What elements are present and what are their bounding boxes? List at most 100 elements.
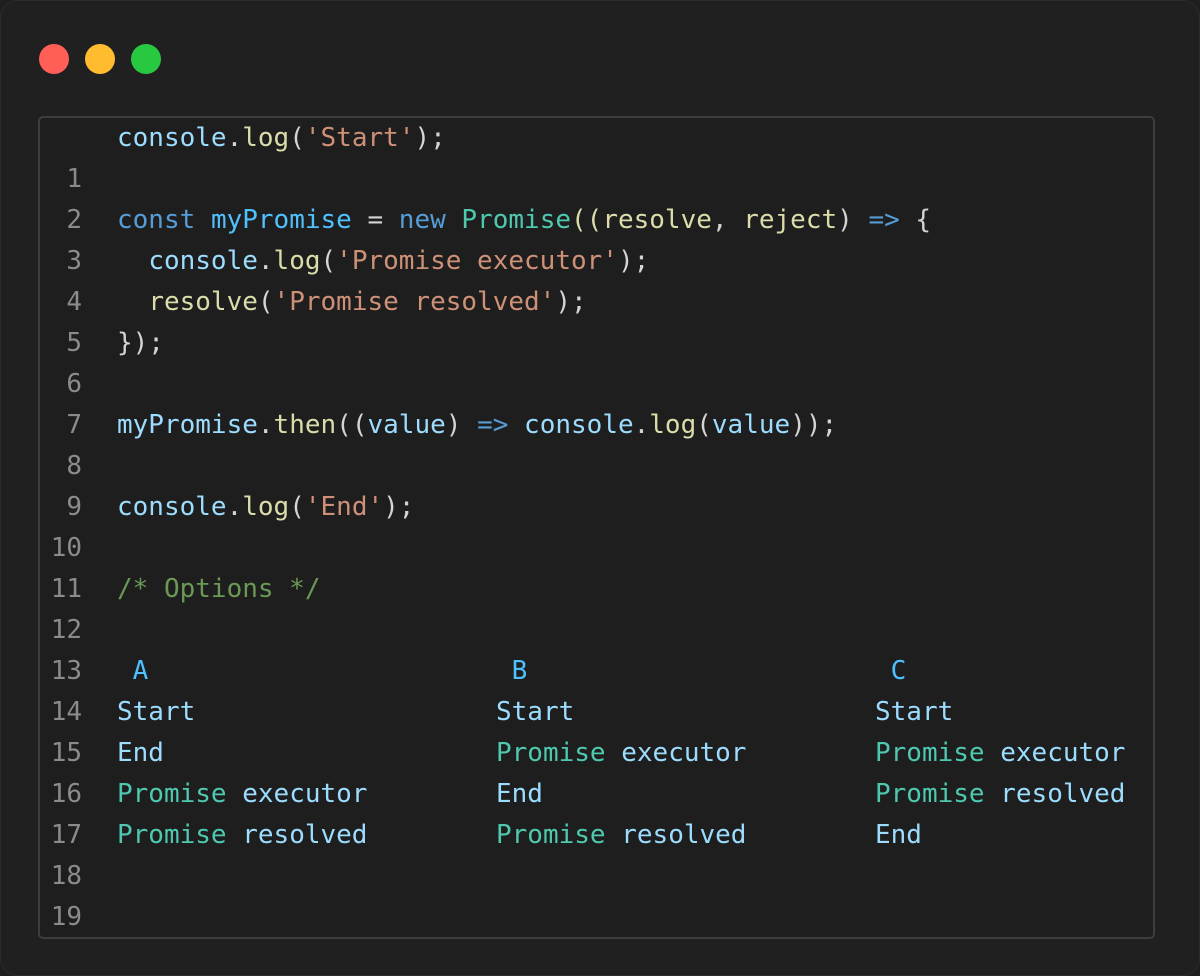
token-class: Promise — [461, 205, 571, 235]
token-dot: . — [257, 410, 274, 440]
code-line-13: 13 — [40, 610, 1153, 686]
word-executor: executor — [621, 738, 747, 768]
word-promise: Promise — [875, 779, 985, 809]
token-punc: ); — [555, 287, 587, 317]
option-b-row-1: Start — [496, 697, 575, 727]
word-resolved: resolved — [242, 820, 368, 850]
code-line-5: 5 resolve('Promise resolved'); — [40, 282, 1153, 358]
token-paren: ) — [445, 410, 462, 440]
token-param: value — [367, 410, 446, 440]
code-text: const myPromise = new Promise((resolve, … — [117, 200, 931, 241]
word-executor: executor — [1000, 738, 1126, 768]
word-resolved: resolved — [1000, 779, 1126, 809]
token-punc: ); — [414, 123, 446, 153]
token-arrow: => — [477, 410, 509, 440]
code-line-19: 19 — [40, 856, 1153, 932]
minimize-window-button[interactable] — [85, 44, 115, 74]
code-editor[interactable]: 1 console.log('Start'); 2 3 const myProm… — [38, 116, 1155, 939]
option-c-row-4: End — [875, 820, 922, 850]
token-string: 'Promise resolved' — [273, 287, 556, 317]
code-line-18: 18 Promise resolved Promise resolved End — [40, 815, 1153, 891]
option-c-header: C — [875, 656, 907, 686]
token-brace: { — [915, 205, 932, 235]
code-text: resolve('Promise resolved'); — [117, 282, 587, 323]
token-console: console — [117, 492, 227, 522]
code-text: }); — [117, 328, 164, 358]
token-then: then — [273, 410, 337, 440]
code-line-8: 8 myPromise.then((value) => console.log(… — [40, 405, 1153, 481]
code-line-10: 10 console.log('End'); — [40, 487, 1153, 563]
code-text: console.log('Start'); — [117, 118, 446, 159]
token-console: console — [524, 410, 634, 440]
code-line-4: 4 console.log('Promise executor'); — [40, 241, 1153, 317]
code-line-9: 9 — [40, 446, 1153, 522]
code-line-14: 14 A B C — [40, 651, 1153, 727]
word-promise: Promise — [875, 738, 985, 768]
option-c-row-2: Promise executor — [875, 733, 1125, 774]
code-text: console.log('End'); — [117, 487, 414, 528]
word-promise: Promise — [496, 820, 606, 850]
code-text: console.log('Promise executor'); — [117, 241, 649, 282]
token-keyword: new — [398, 205, 446, 235]
token-paren: (( — [336, 410, 368, 440]
token-dot: . — [633, 410, 650, 440]
option-a-row-1: Start — [117, 697, 196, 727]
code-line-3: 3 const myPromise = new Promise((resolve… — [40, 200, 1153, 276]
option-a-header: A — [117, 656, 149, 686]
code-line-7: 7 — [40, 364, 1153, 440]
code-line-12: 12 /* Options */ — [40, 569, 1153, 645]
token-dot: . — [226, 123, 243, 153]
token-paren: ( — [257, 287, 274, 317]
token-paren: ( — [289, 492, 305, 522]
line-number: 20 — [40, 938, 82, 939]
token-param: reject — [743, 205, 838, 235]
code-line-17: 17 Promise executor End Promise resolved — [40, 774, 1153, 850]
option-b-row-3: End — [496, 779, 543, 809]
token-variable: myPromise — [210, 205, 352, 235]
token-punc: ); — [617, 246, 650, 276]
option-a-row-3: Promise executor — [117, 774, 367, 815]
code-line-16: 16 End Promise executor Promise executor — [40, 733, 1153, 809]
option-b-row-4: Promise resolved — [496, 815, 746, 856]
option-a-row-2: End — [117, 738, 164, 768]
token-arrow: => — [868, 205, 900, 235]
token-console: console — [148, 246, 258, 276]
word-resolved: resolved — [621, 820, 747, 850]
token-log: log — [242, 492, 290, 522]
token-resolve: resolve — [148, 287, 258, 317]
token-arg: value — [711, 410, 791, 440]
token-punc: ); — [383, 492, 415, 522]
token-log: log — [242, 123, 290, 153]
word-executor: executor — [242, 779, 368, 809]
code-line-11: 11 — [40, 528, 1153, 604]
code-line-2: 2 — [40, 159, 1153, 235]
token-dot: . — [257, 246, 274, 276]
code-window: 1 console.log('Start'); 2 3 const myProm… — [0, 0, 1200, 976]
option-c-row-3: Promise resolved — [875, 774, 1125, 815]
code-line-20: 20 — [40, 897, 1153, 939]
token-object: myPromise — [117, 410, 258, 440]
code-line-6: 6 }); — [40, 323, 1153, 399]
code-text: myPromise.then((value) => console.log(va… — [117, 405, 837, 446]
token-param: resolve — [602, 205, 712, 235]
maximize-window-button[interactable] — [131, 44, 161, 74]
token-log: log — [649, 410, 697, 440]
code-comment: /* Options */ — [117, 574, 321, 604]
option-b-header: B — [496, 656, 528, 686]
token-keyword: const — [117, 205, 196, 235]
token-string: 'End' — [304, 492, 384, 522]
token-log: log — [273, 246, 321, 276]
option-a-row-4: Promise resolved — [117, 815, 367, 856]
token-paren: ( — [289, 123, 305, 153]
option-b-row-2: Promise executor — [496, 733, 746, 774]
token-paren: ( — [320, 246, 337, 276]
code-line-1: 1 console.log('Start'); — [40, 118, 1153, 194]
token-string: 'Start' — [304, 123, 415, 153]
word-promise: Promise — [117, 820, 227, 850]
close-window-button[interactable] — [39, 44, 69, 74]
token-paren: ) — [837, 205, 853, 235]
code-line-15: 15 Start Start Start — [40, 692, 1153, 768]
token-comma: , — [711, 205, 728, 235]
token-punc: )); — [790, 410, 838, 440]
word-promise: Promise — [496, 738, 606, 768]
